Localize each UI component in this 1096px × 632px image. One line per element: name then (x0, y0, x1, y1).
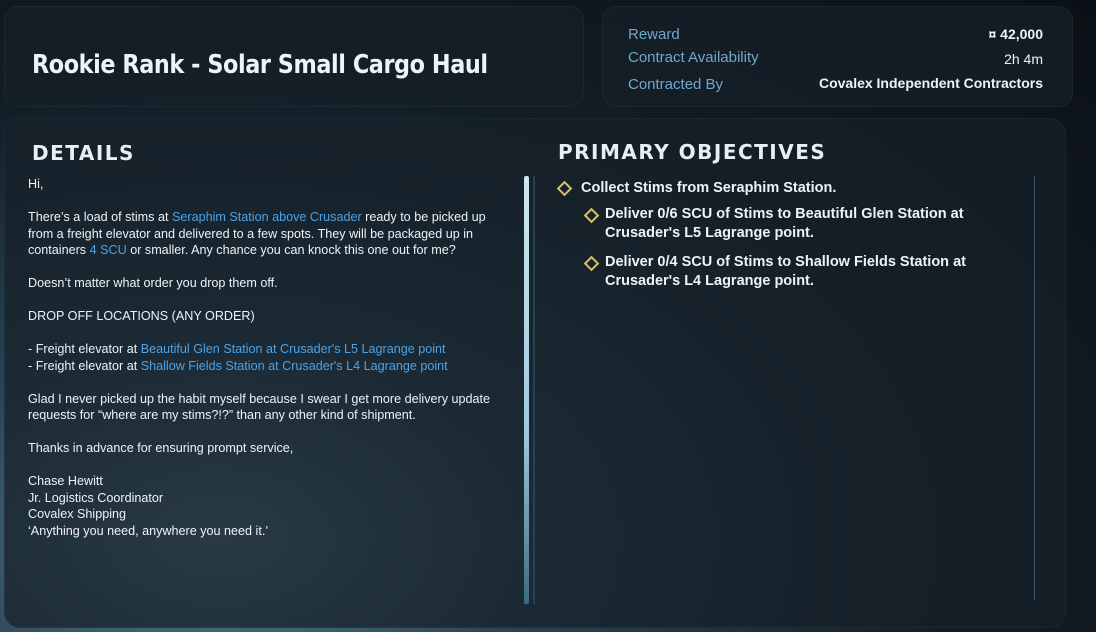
signature-name: Chase Hewitt (28, 474, 103, 488)
contracted-by-label: Contracted By (628, 76, 724, 93)
text: - Freight elevator at (28, 358, 141, 373)
shallow-fields-link[interactable]: Shallow Fields Station at Crusader's L4 … (141, 359, 448, 373)
details-paragraph: DROP OFF LOCATIONS (ANY ORDER) (28, 309, 255, 323)
text: or smaller. Any chance you can knock thi… (126, 243, 456, 257)
signature-company: Covalex Shipping (28, 507, 127, 521)
text: There’s a load of stims at (28, 210, 172, 224)
details-scrollbar[interactable] (524, 176, 529, 604)
objectives-heading: PRIMARY OBJECTIVES (558, 140, 827, 164)
availability-value: 2h 4m (1004, 51, 1043, 67)
signature-title: Jr. Logistics Coordinator (28, 490, 164, 505)
contracted-by-value: Covalex Independent Contractors (818, 75, 1043, 91)
details-paragraph: Thanks in advance for ensuring prompt se… (28, 441, 294, 455)
dropoff-list: - Freight elevator at Beautiful Glen Sta… (28, 341, 498, 374)
signature-motto: ‘Anything you need, anywhere you need it… (28, 523, 269, 538)
scu-link[interactable]: 4 SCU (90, 243, 127, 257)
objectives-scroll-edge (1034, 176, 1035, 600)
objective-sub-2: Deliver 0/4 SCU of Stims to Shallow Fiel… (605, 254, 966, 289)
beautiful-glen-link[interactable]: Beautiful Glen Station at Crusader's L5 … (141, 342, 446, 356)
objective-sub-1: Deliver 0/6 SCU of Stims to Beautiful Gl… (605, 206, 964, 241)
reward-label: Reward (628, 26, 680, 43)
text: - Freight elevator at (28, 342, 141, 356)
contract-title: Rookie Rank - Solar Small Cargo Haul (32, 50, 488, 80)
details-paragraph: Doesn’t matter what order you drop them … (28, 276, 278, 290)
seraphim-station-link[interactable]: Seraphim Station above Crusader (172, 210, 362, 224)
objective-main: Collect Stims from Seraphim Station. (581, 180, 837, 196)
reward-value: ¤ 42,000 (988, 26, 1044, 42)
greeting: Hi, (28, 177, 44, 191)
details-paragraph: There’s a load of stims at Seraphim Stat… (28, 209, 498, 259)
details-heading: DETAILS (32, 141, 135, 165)
contract-title-panel: Rookie Rank - Solar Small Cargo Haul (4, 6, 584, 107)
signature: Chase Hewitt Jr. Logistics Coordinator C… (28, 473, 498, 539)
contract-info-panel: Reward ¤ 42,000 Contract Availability 2h… (602, 6, 1073, 107)
scroll-track (533, 176, 535, 604)
details-text[interactable]: Hi, There’s a load of stims at Seraphim … (28, 176, 498, 604)
availability-label: Contract Availability (628, 49, 759, 66)
details-paragraph: Glad I never picked up the habit myself … (28, 391, 491, 423)
